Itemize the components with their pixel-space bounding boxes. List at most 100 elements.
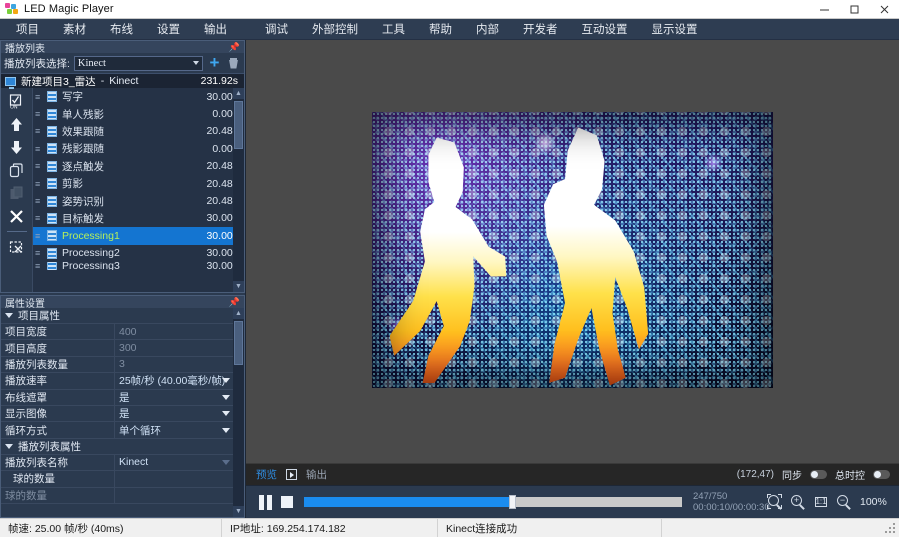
zoom-select-icon[interactable] <box>767 494 782 510</box>
preview-stage[interactable] <box>246 40 899 463</box>
section-project-properties[interactable]: 项目属性 <box>1 308 244 324</box>
property-value[interactable]: 单个循环 <box>115 422 244 437</box>
chevron-down-icon[interactable] <box>222 411 230 417</box>
drag-handle-icon[interactable]: ≡ <box>35 179 42 189</box>
property-row-ball-count-header[interactable]: 球的数量 <box>1 471 244 488</box>
chevron-down-icon[interactable] <box>222 378 230 384</box>
menu-item-output[interactable]: 输出 <box>192 19 239 39</box>
preview-canvas[interactable] <box>371 111 773 388</box>
list-item[interactable]: ≡ 目标触发 30.00s <box>33 210 244 227</box>
scroll-up-arrow-icon[interactable]: ▲ <box>233 88 244 99</box>
property-row-project-height[interactable]: 项目高度 300 <box>1 340 244 357</box>
menu-item-debug[interactable]: 调试 <box>253 19 300 39</box>
scroll-down-arrow-icon[interactable]: ▼ <box>233 281 244 292</box>
zoom-in-icon[interactable]: + <box>791 495 805 510</box>
clear-list-icon[interactable] <box>6 237 28 257</box>
list-item[interactable]: ≡ 单人残影 0.00s <box>33 105 244 122</box>
property-row-ball-count[interactable]: 球的数量 <box>1 487 244 504</box>
menu-item-wiring[interactable]: 布线 <box>98 19 145 39</box>
output-window-icon[interactable] <box>286 469 297 480</box>
chevron-down-icon[interactable] <box>222 427 230 433</box>
list-item[interactable]: ≡ 写字 30.00s <box>33 88 244 105</box>
playlist-items-list[interactable]: ≡ 写字 30.00s ≡ 单人残影 0.00s ≡ 效果跟随 20.48s ≡… <box>32 88 244 292</box>
property-value[interactable]: 300 <box>115 340 244 355</box>
property-row-show-image[interactable]: 显示图像 是 <box>1 405 244 423</box>
tab-output[interactable]: 输出 <box>304 466 329 483</box>
drag-handle-icon[interactable]: ≡ <box>35 262 42 270</box>
move-up-icon[interactable] <box>6 114 28 134</box>
drag-handle-icon[interactable]: ≡ <box>35 144 42 154</box>
scrollbar-track[interactable] <box>233 319 244 506</box>
drag-handle-icon[interactable]: ≡ <box>35 196 42 206</box>
menu-item-material[interactable]: 素材 <box>51 19 98 39</box>
delete-icon[interactable] <box>6 206 28 226</box>
list-item[interactable]: ≡ 效果跟随 20.48s <box>33 123 244 140</box>
drag-handle-icon[interactable]: ≡ <box>35 126 42 136</box>
properties-scroll-area[interactable]: 项目属性 项目宽度 400 项目高度 300 播放列表数量 3 播放速率 25帧… <box>1 308 244 517</box>
menu-item-settings[interactable]: 设置 <box>145 19 192 39</box>
delete-playlist-button[interactable] <box>226 56 241 71</box>
playlist-scrollbar[interactable]: ▲ ▼ <box>233 88 244 292</box>
menu-item-internal[interactable]: 内部 <box>464 19 511 39</box>
sync-toggle[interactable] <box>810 470 827 479</box>
drag-handle-icon[interactable]: ≡ <box>35 161 42 171</box>
list-item-selected[interactable]: ≡ Processing1 30.00s <box>33 227 244 245</box>
drag-handle-icon[interactable]: ≡ <box>35 109 42 119</box>
pin-icon[interactable]: 📌 <box>229 297 240 308</box>
toggle-on-icon[interactable]: ON <box>6 91 28 111</box>
list-item[interactable]: ≡ 逐点触发 20.48s <box>33 158 244 175</box>
drag-handle-icon[interactable]: ≡ <box>35 213 42 223</box>
property-row-project-width[interactable]: 项目宽度 400 <box>1 324 244 341</box>
menu-item-tools[interactable]: 工具 <box>370 19 417 39</box>
drag-handle-icon[interactable]: ≡ <box>35 248 42 258</box>
pause-icon[interactable] <box>259 494 272 510</box>
property-value[interactable] <box>115 488 244 503</box>
playback-progress-slider[interactable] <box>304 495 682 509</box>
progress-knob[interactable] <box>508 495 516 509</box>
menu-item-external-control[interactable]: 外部控制 <box>300 19 370 39</box>
scroll-down-arrow-icon[interactable]: ▼ <box>233 506 244 517</box>
project-row[interactable]: 新建项目3_雷达 - Kinect 231.92s <box>1 73 244 89</box>
copy-icon[interactable] <box>6 160 28 180</box>
close-button[interactable] <box>869 0 899 19</box>
scrollbar-track[interactable] <box>233 99 244 281</box>
property-row-play-rate[interactable]: 播放速率 25帧/秒 (40.00毫秒/帧) <box>1 373 244 390</box>
paste-icon[interactable] <box>6 183 28 203</box>
property-value[interactable]: 3 <box>115 357 244 372</box>
maximize-button[interactable] <box>839 0 869 19</box>
chevron-down-icon[interactable] <box>222 394 230 400</box>
scrollbar-thumb[interactable] <box>234 321 243 365</box>
drag-handle-icon[interactable]: ≡ <box>35 231 42 241</box>
add-playlist-button[interactable]: + <box>207 54 222 71</box>
property-row-playlist-count[interactable]: 播放列表数量 3 <box>1 356 244 374</box>
pin-icon[interactable]: 📌 <box>229 42 240 53</box>
property-row-playlist-name[interactable]: 播放列表名称 Kinect <box>1 454 244 472</box>
menu-item-help[interactable]: 帮助 <box>417 19 464 39</box>
property-value[interactable]: 25帧/秒 (40.00毫秒/帧) <box>115 373 244 388</box>
master-time-toggle[interactable] <box>873 470 890 479</box>
tab-preview[interactable]: 预览 <box>254 466 279 483</box>
menu-item-display-settings[interactable]: 显示设置 <box>640 19 710 39</box>
resize-grip-icon[interactable] <box>883 521 897 535</box>
property-row-wiring-mask[interactable]: 布线遮罩 是 <box>1 389 244 406</box>
zoom-actual-size-icon[interactable]: 1:1 <box>814 495 828 509</box>
scroll-up-arrow-icon[interactable]: ▲ <box>233 308 244 319</box>
drag-handle-icon[interactable]: ≡ <box>35 92 42 102</box>
chevron-down-icon[interactable] <box>222 459 230 465</box>
playlist-select[interactable]: Kinect <box>73 55 203 71</box>
menu-item-developer[interactable]: 开发者 <box>511 19 570 39</box>
property-value[interactable]: 是 <box>115 406 244 421</box>
stop-icon[interactable] <box>281 496 293 508</box>
zoom-out-icon[interactable]: − <box>837 495 851 510</box>
list-item[interactable]: ≡ 剪影 20.48s <box>33 175 244 192</box>
property-row-loop-mode[interactable]: 循环方式 单个循环 <box>1 422 244 439</box>
properties-scrollbar[interactable]: ▲ ▼ <box>233 308 244 517</box>
move-down-icon[interactable] <box>6 137 28 157</box>
section-playlist-properties[interactable]: 播放列表属性 <box>1 438 244 455</box>
property-value[interactable]: 是 <box>115 390 244 405</box>
menu-item-interaction-settings[interactable]: 互动设置 <box>570 19 640 39</box>
minimize-button[interactable] <box>809 0 839 19</box>
property-value[interactable]: Kinect <box>115 455 244 470</box>
list-item[interactable]: ≡ Processing3 30.00s <box>33 261 244 270</box>
property-value[interactable]: 400 <box>115 324 244 339</box>
